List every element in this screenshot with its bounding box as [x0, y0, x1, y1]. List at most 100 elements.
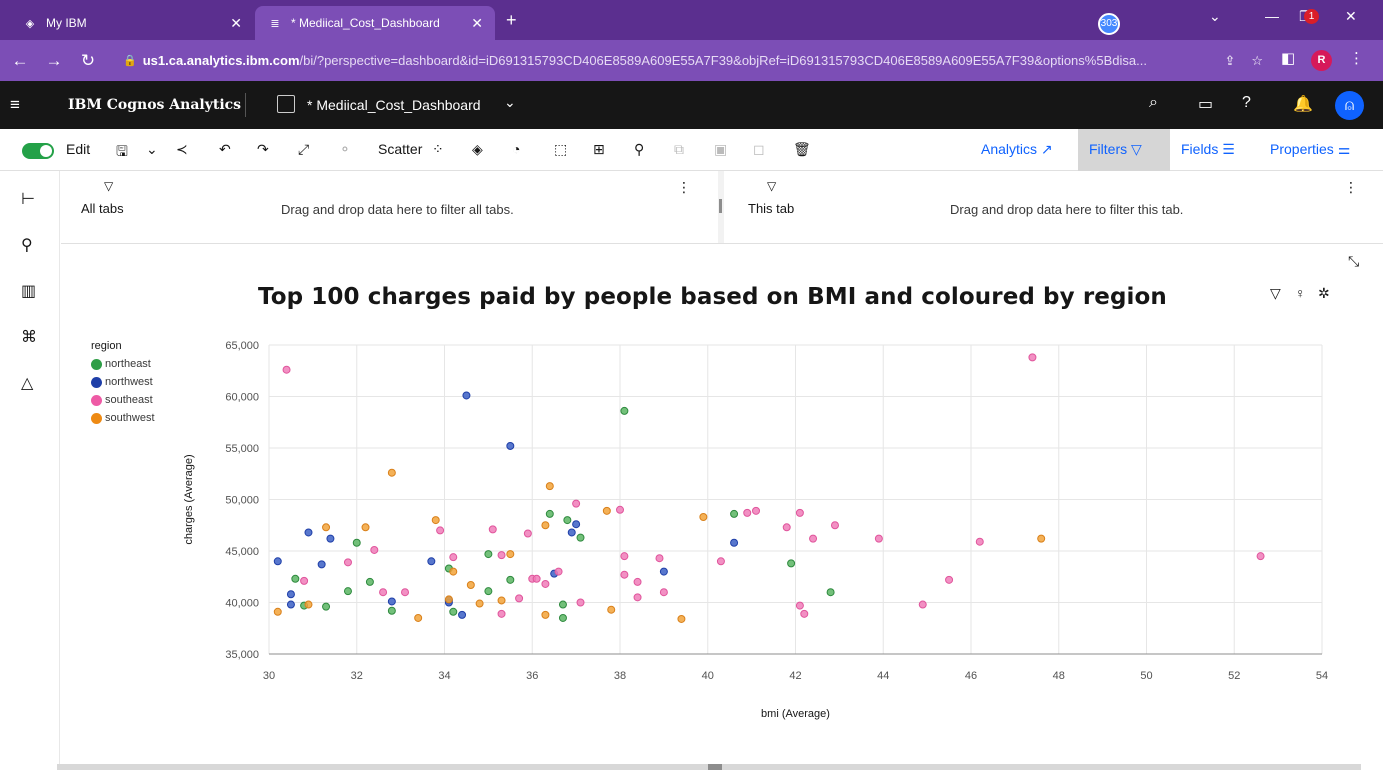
- undo-icon[interactable]: ↶: [219, 141, 231, 158]
- timer-icon[interactable]: ◔: [512, 141, 520, 157]
- data-point-southeast: [830, 521, 839, 530]
- filters-button[interactable]: Filters ▽: [1089, 141, 1142, 158]
- profile-avatar[interactable]: R: [1311, 50, 1332, 71]
- data-point-southwest: [541, 521, 550, 530]
- data-point-southeast: [918, 600, 927, 609]
- chevron-down-icon[interactable]: ⌄: [504, 94, 516, 111]
- redo-icon[interactable]: ↷: [257, 141, 269, 158]
- hamburger-menu-icon[interactable]: ≡: [10, 95, 20, 115]
- search-icon[interactable]: ⌕: [1149, 94, 1158, 112]
- overflow-menu-icon[interactable]: ⋮: [677, 179, 691, 196]
- copy-icon[interactable]: ⧉: [674, 141, 684, 158]
- close-tab-icon[interactable]: ✕: [230, 15, 242, 32]
- scatter-type-label[interactable]: Scatter: [378, 141, 422, 157]
- connect-icon[interactable]: ⚬: [339, 141, 351, 158]
- url-path: /bi/?perspective=dashboard&id=iD69131579…: [299, 53, 1147, 68]
- dashboard-toolbar: Edit 🖫 ⌄ ≺ ↶ ↷ ⤢ ⚬ Scatter ⁘ ◈ ◔ ⬚ ⊞ ⚲ ⧉…: [0, 129, 1383, 171]
- x-tick-label: 44: [877, 670, 889, 682]
- pin-icon[interactable]: ⚲: [21, 235, 33, 255]
- data-point-northeast: [576, 533, 585, 542]
- focus-icon[interactable]: ⬚: [554, 141, 567, 158]
- bookmark-star-icon[interactable]: ☆: [1251, 53, 1263, 69]
- cognos-favicon-icon: ≣: [270, 17, 280, 30]
- chat-icon[interactable]: ▭: [1198, 94, 1213, 114]
- data-point-southwest: [361, 523, 370, 532]
- close-tab-icon[interactable]: ✕: [471, 15, 483, 32]
- data-point-southeast: [523, 529, 532, 538]
- all-tabs-hint: Drag and drop data here to filter all ta…: [281, 202, 514, 217]
- data-point-southwest: [545, 482, 554, 491]
- browser-menu-icon[interactable]: ⋮: [1349, 49, 1364, 67]
- legend-item-northeast[interactable]: northeast: [91, 355, 155, 373]
- sliders-icon: ⚌: [1337, 141, 1351, 157]
- legend-item-southeast[interactable]: southeast: [91, 391, 155, 409]
- app-brand: IBM Cognos Analytics: [68, 97, 242, 113]
- data-point-northeast: [620, 406, 629, 415]
- bring-front-icon[interactable]: ▣: [714, 141, 727, 158]
- shapes-icon[interactable]: △: [21, 373, 33, 393]
- this-tab-filter-zone[interactable]: ▽ This tab Drag and drop data here to fi…: [724, 171, 1383, 243]
- data-point-southeast: [576, 598, 585, 607]
- scatter-icon[interactable]: ⁘: [432, 141, 444, 158]
- data-tree-icon[interactable]: ⊢: [21, 189, 35, 209]
- horizontal-scrollbar[interactable]: [57, 764, 1361, 770]
- legend-label: northeast: [105, 358, 151, 370]
- legend-item-southwest[interactable]: southwest: [91, 409, 155, 427]
- address-bar[interactable]: 🔒 us1.ca.analytics.ibm.com/bi/?perspecti…: [113, 46, 1271, 75]
- all-tabs-filter-zone[interactable]: ▽ All tabs Drag and drop data here to fi…: [61, 171, 718, 243]
- browser-tab-myibm[interactable]: ◈ My IBM ✕: [10, 6, 254, 40]
- properties-button[interactable]: Properties ⚌: [1270, 141, 1350, 158]
- url-host: us1.ca.analytics.ibm.com: [142, 53, 300, 68]
- data-point-southeast: [541, 579, 550, 588]
- x-tick-label: 50: [1140, 670, 1152, 682]
- data-point-northwest: [567, 528, 576, 537]
- browser-tab-dashboard[interactable]: ≣ * Mediical_Cost_Dashboard ✕: [255, 6, 495, 40]
- table-icon[interactable]: ⊞: [593, 141, 605, 158]
- delete-icon[interactable]: 🗑: [793, 141, 811, 158]
- share-icon[interactable]: ⇪: [1224, 53, 1235, 69]
- browser-tab-title: My IBM: [46, 16, 87, 30]
- widgets-icon[interactable]: ⌘: [21, 327, 37, 347]
- side-panel-icon[interactable]: ◧: [1281, 49, 1295, 67]
- data-point-southwest: [322, 523, 331, 532]
- new-tab-icon[interactable]: +: [506, 10, 517, 31]
- left-rail: ⊢ ⚲ ▥ ⌘ △: [0, 171, 60, 770]
- x-axis-label: bmi (Average): [761, 708, 830, 720]
- tab-search-chevron-icon[interactable]: ⌄: [1209, 8, 1221, 25]
- close-window-icon[interactable]: ✕: [1345, 8, 1357, 25]
- insight-bulb-icon[interactable]: ♀: [1295, 285, 1306, 301]
- analytics-button[interactable]: Analytics ↗: [981, 141, 1053, 158]
- expand-icon[interactable]: ⤢: [298, 141, 309, 158]
- visualizations-icon[interactable]: ▥: [21, 281, 36, 301]
- help-icon[interactable]: ?: [1242, 94, 1251, 112]
- back-icon[interactable]: ←: [6, 51, 34, 71]
- filter-icon[interactable]: ▽: [1270, 285, 1281, 302]
- minimize-icon[interactable]: —: [1265, 8, 1279, 24]
- collapse-icon[interactable]: ⤡: [1348, 253, 1359, 270]
- data-point-southwest: [449, 567, 458, 576]
- settings-icon[interactable]: ✲: [1318, 285, 1330, 302]
- analytics-icon: ↗: [1040, 141, 1053, 157]
- dashboard-name[interactable]: * Mediical_Cost_Dashboard: [307, 97, 481, 113]
- save-icon[interactable]: 🖫: [116, 141, 128, 165]
- palette-icon[interactable]: ◈: [472, 141, 483, 158]
- save-chevron-icon[interactable]: ⌄: [146, 141, 158, 158]
- data-point-northwest: [427, 557, 436, 566]
- share-icon[interactable]: ≺: [176, 141, 188, 158]
- pin-icon[interactable]: ⚲: [634, 141, 644, 158]
- reload-icon[interactable]: ↻: [74, 51, 102, 71]
- data-point-northeast: [484, 587, 493, 596]
- ibm-favicon-icon: ◈: [25, 17, 35, 30]
- bell-icon[interactable]: 🔔: [1293, 94, 1313, 114]
- overflow-menu-icon[interactable]: ⋮: [1344, 179, 1358, 196]
- data-point-southwest: [541, 610, 550, 619]
- fields-button[interactable]: Fields ☰: [1181, 141, 1235, 158]
- forward-icon[interactable]: →: [40, 51, 68, 71]
- data-point-southwest: [475, 599, 484, 608]
- x-tick-label: 46: [965, 670, 977, 682]
- legend-item-northwest[interactable]: northwest: [91, 373, 155, 391]
- notification-count-badge[interactable]: 303: [1098, 13, 1120, 35]
- user-icon[interactable]: ⍝: [1335, 91, 1364, 120]
- send-back-icon[interactable]: ◻: [753, 141, 765, 158]
- edit-toggle[interactable]: [22, 143, 54, 159]
